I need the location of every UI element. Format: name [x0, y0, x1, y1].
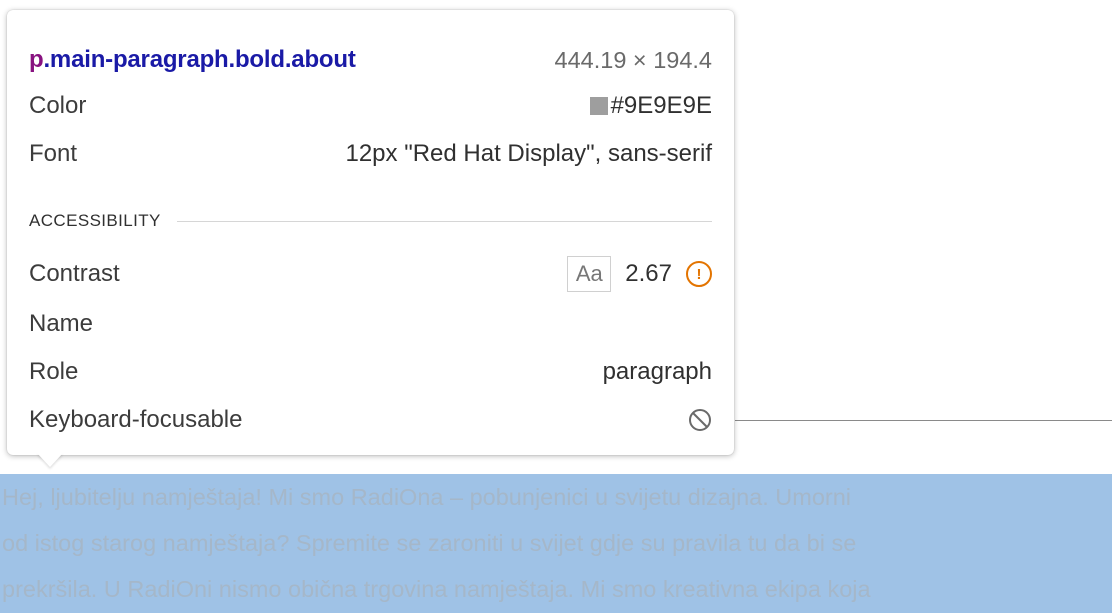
color-swatch-icon [589, 97, 608, 115]
selector-tag: p [29, 46, 44, 73]
tooltip-arrow [37, 453, 63, 467]
color-value-wrap: #9E9E9E [589, 92, 712, 120]
contrast-row: Contrast Aa 2.67 ! [29, 252, 712, 296]
paragraph-line: Hej, ljubitelju namještaja! Mi smo RadiO… [2, 484, 852, 510]
paragraph-line: od istog starog namještaja? Spremite se … [2, 530, 857, 556]
no-entry-icon [689, 409, 711, 431]
role-value: paragraph [602, 358, 712, 385]
role-row: Role paragraph [29, 350, 712, 394]
contrast-label: Contrast [29, 260, 120, 287]
font-label: Font [29, 140, 78, 167]
contrast-value-wrap: Aa 2.67 ! [567, 256, 712, 292]
accessibility-section-header: ACCESSIBILITY [29, 206, 712, 236]
main-paragraph: Hej, ljubitelju namještaja! Mi smo RadiO… [0, 474, 1112, 612]
contrast-sample: Aa [567, 256, 612, 292]
color-row: Color #9E9E9E [29, 84, 712, 128]
element-dimensions: 444.19 × 194.4 [554, 46, 712, 73]
section-divider [176, 220, 712, 222]
focusable-value [688, 408, 712, 432]
name-label: Name [29, 310, 94, 337]
tooltip-header: p.main-paragraph.bold.about 444.19 × 194… [29, 40, 712, 80]
selector-classes: .main-paragraph.bold.about [43, 46, 356, 73]
warning-icon: ! [686, 261, 712, 287]
color-label: Color [29, 92, 87, 119]
font-row: Font 12px "Red Hat Display", sans-serif [29, 132, 712, 176]
role-label: Role [29, 358, 79, 385]
contrast-value: 2.67 [625, 260, 672, 287]
inspect-tooltip: p.main-paragraph.bold.about 444.19 × 194… [7, 10, 734, 455]
highlighted-paragraph[interactable]: Hej, ljubitelju namještaja! Mi smo RadiO… [0, 474, 1112, 613]
accessibility-title: ACCESSIBILITY [29, 211, 161, 230]
name-row: Name [29, 302, 712, 346]
focusable-label: Keyboard-focusable [29, 406, 243, 433]
color-value: #9E9E9E [610, 92, 712, 119]
element-selector: p.main-paragraph.bold.about [29, 46, 356, 74]
focusable-row: Keyboard-focusable [29, 398, 712, 442]
page: Hej, ljubitelju namještaja! Mi smo RadiO… [0, 0, 1112, 613]
paragraph-line: prekršila. U RadiOni nismo obična trgovi… [2, 576, 871, 602]
font-value: 12px "Red Hat Display", sans-serif [345, 140, 712, 167]
horizontal-divider [735, 420, 1112, 421]
